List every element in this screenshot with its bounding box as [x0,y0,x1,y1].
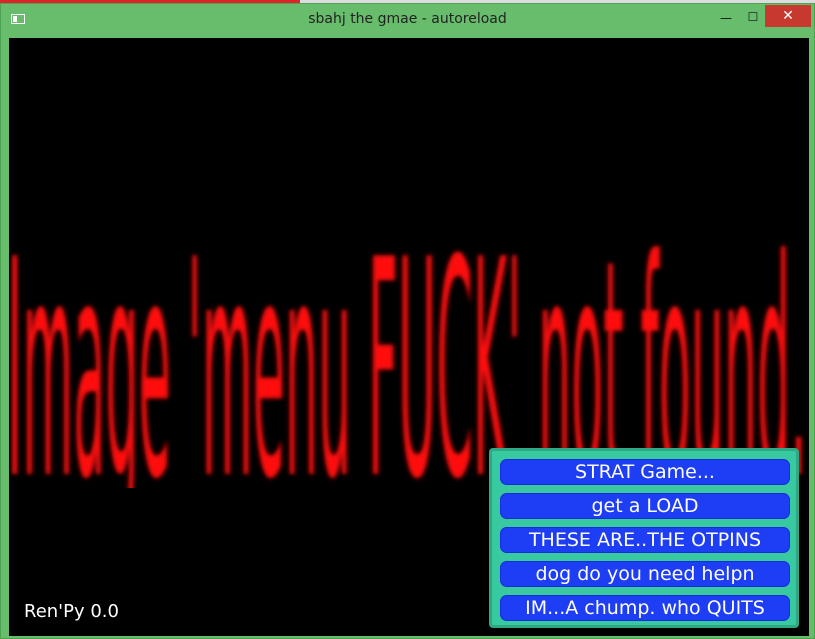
load-game-button[interactable]: get a LOAD [500,493,790,519]
window-title: sbahj the gmae - autoreload [308,11,507,27]
title-bar[interactable]: sbahj the gmae - autoreload — ☐ ✕ [1,4,814,34]
quit-button[interactable]: IM...A chump. who QUITS [500,595,790,621]
maximize-button[interactable]: ☐ [742,7,764,27]
close-button[interactable]: ✕ [765,5,811,27]
help-button[interactable]: dog do you need helpn [500,561,790,587]
options-button[interactable]: THESE ARE..THE OTPINS [500,527,790,553]
engine-version-label: Ren'Py 0.0 [24,601,119,622]
game-window: sbahj the gmae - autoreload — ☐ ✕ Image … [0,3,815,639]
missing-image-text: Image 'menu FUCK' not found. [9,196,807,488]
main-menu: STRAT Game... get a LOAD THESE ARE..THE … [489,448,799,628]
minimize-button[interactable]: — [715,9,737,29]
missing-image-message: Image 'menu FUCK' not found. [9,196,807,488]
game-viewport[interactable]: Image 'menu FUCK' not found. Ren'Py 0.0 … [9,38,809,636]
start-game-button[interactable]: STRAT Game... [500,459,790,485]
